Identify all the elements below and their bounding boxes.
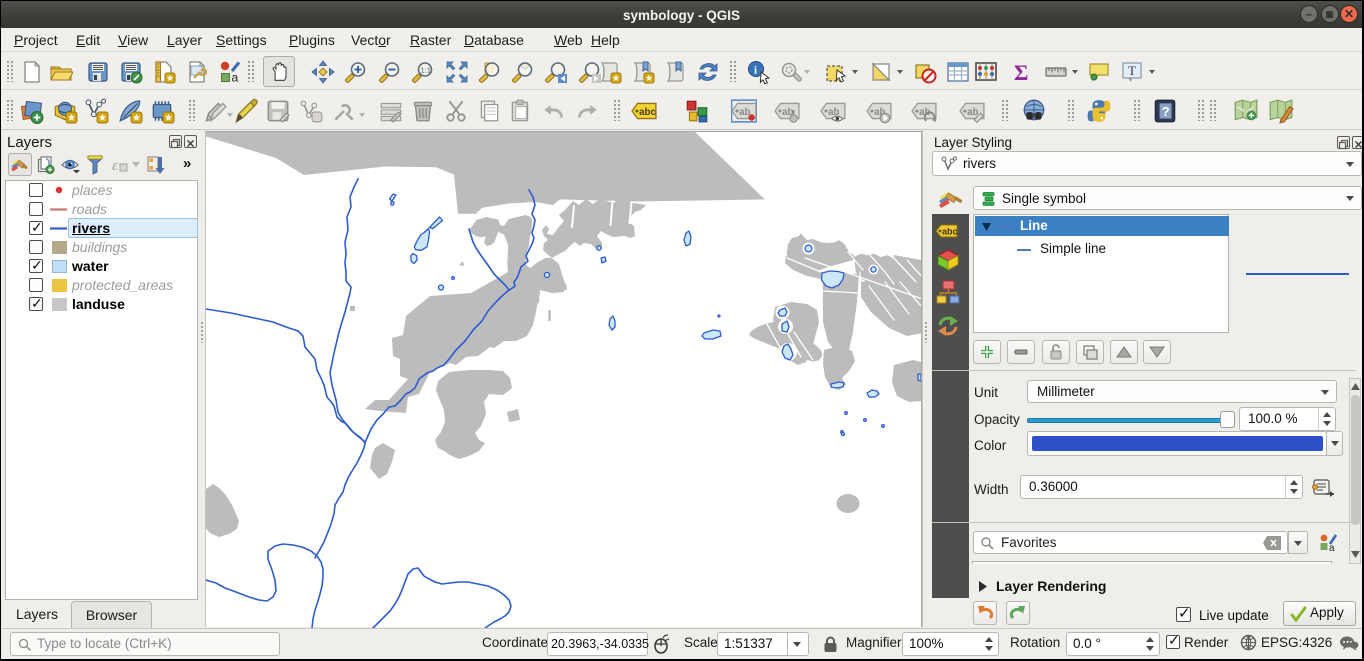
svg-text:a: a (1329, 543, 1335, 554)
svg-text:abc: abc (639, 107, 656, 118)
svg-text:abc: abc (942, 227, 958, 237)
svg-text:a: a (232, 71, 239, 85)
svg-text:ab: ab (967, 107, 978, 118)
svg-text:T: T (1128, 63, 1136, 78)
svg-text:Σ: Σ (1014, 60, 1028, 84)
svg-text:ε: ε (112, 158, 118, 174)
svg-text:?: ? (1162, 104, 1170, 119)
svg-text:i: i (754, 65, 757, 77)
svg-text:1:1: 1:1 (421, 66, 431, 75)
